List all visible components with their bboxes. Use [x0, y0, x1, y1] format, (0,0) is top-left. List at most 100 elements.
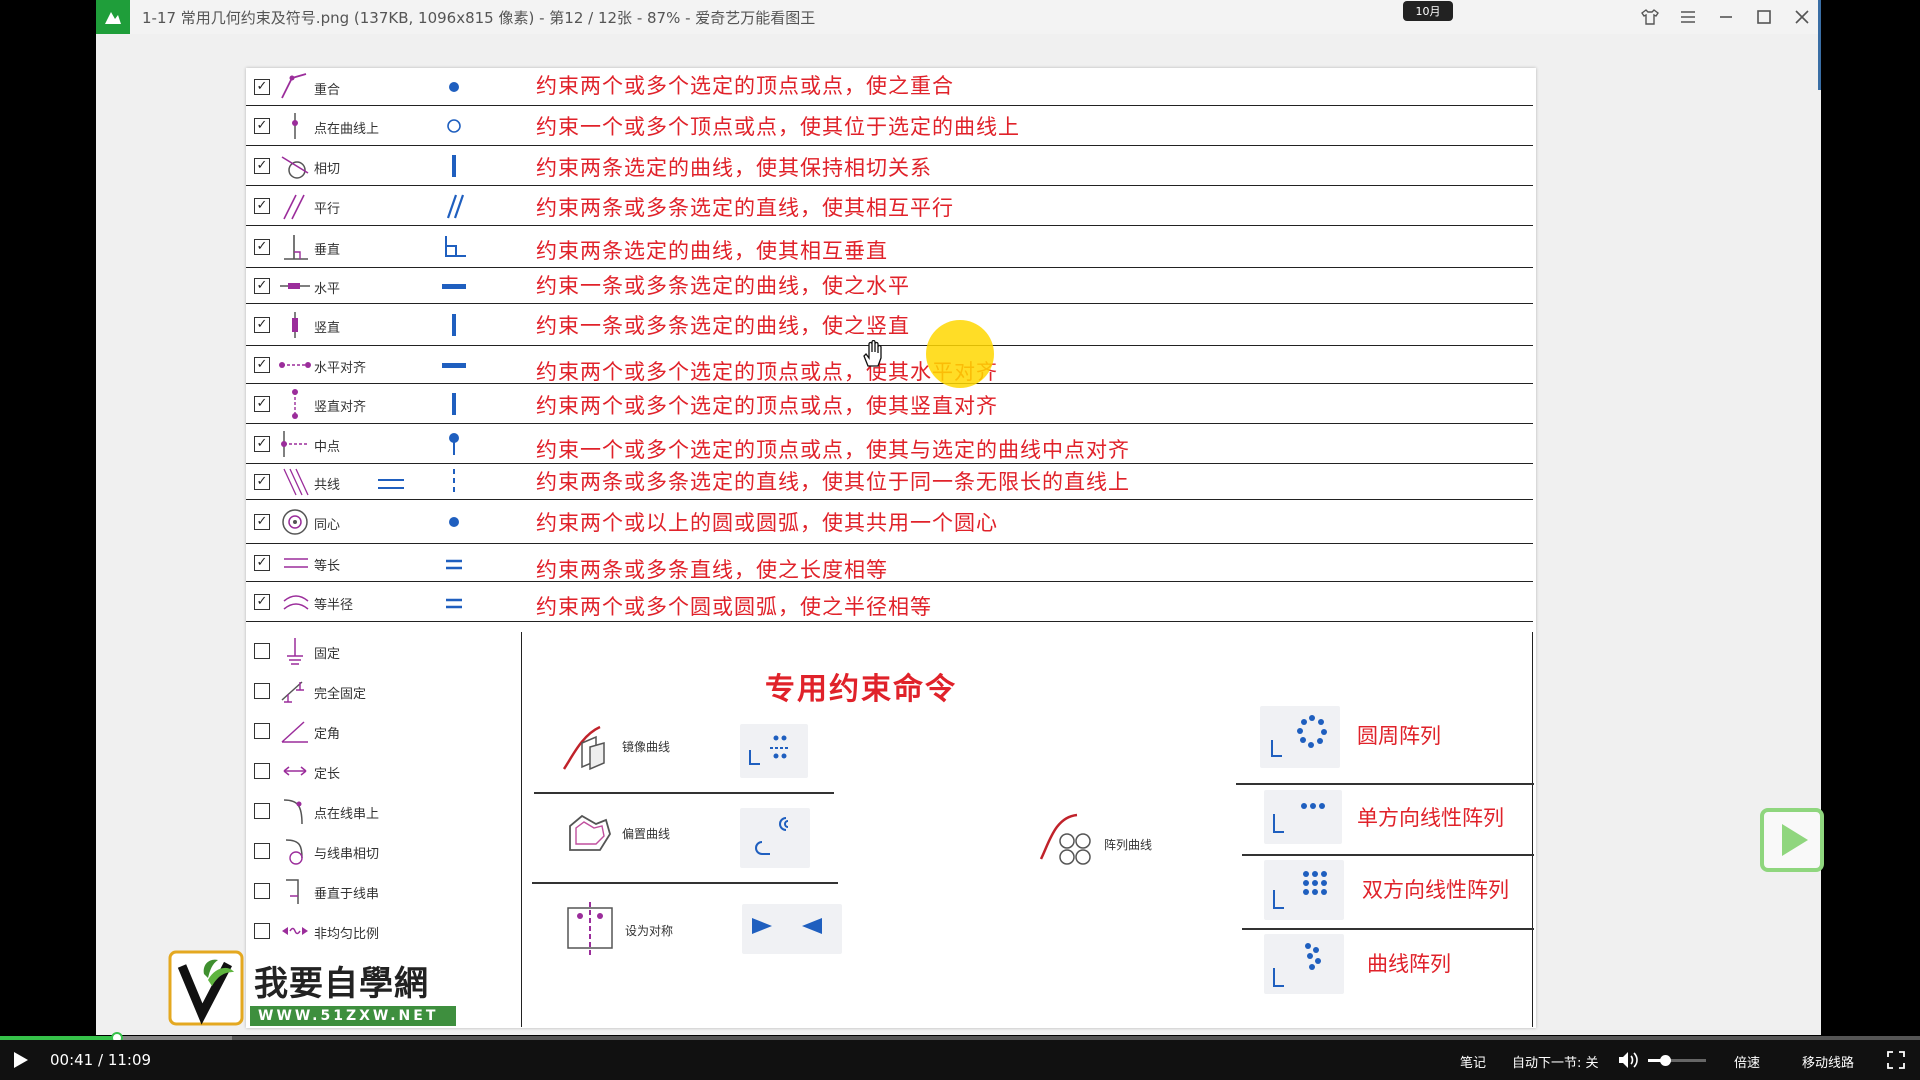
horizontal-icon — [278, 271, 312, 301]
skin-icon[interactable] — [1637, 4, 1663, 30]
notes-button[interactable]: 笔记 — [1460, 1052, 1486, 1071]
vertical-icon — [278, 310, 312, 340]
constraint-checkbox[interactable]: ✓ — [254, 278, 270, 294]
constraint-description: 约束两个或多个选定的顶点或点，使其竖直对齐 — [536, 390, 998, 420]
autoplay-toggle[interactable]: 自动下一节: 关 — [1512, 1052, 1599, 1071]
constraint-checkbox[interactable] — [254, 643, 270, 659]
constraint-row: ✓重合约束两个或多个选定的顶点或点，使之重合 — [246, 68, 1533, 106]
volume-handle[interactable] — [1660, 1055, 1671, 1066]
mirror-symbol-tile — [740, 724, 808, 778]
cursor-highlight — [926, 320, 994, 388]
make-symmetric-icon — [562, 900, 622, 958]
constraint-label: 共线 — [314, 474, 340, 493]
extra-constraint-item: 定角 — [246, 714, 516, 748]
constraint-checkbox[interactable]: ✓ — [254, 317, 270, 333]
divider — [534, 792, 834, 794]
linear-array-tile — [1264, 790, 1342, 844]
constraint-label: 点在曲线上 — [314, 118, 379, 137]
perpendicular-to-string-icon — [278, 876, 312, 906]
constraint-label: 等半径 — [314, 594, 353, 613]
extra-constraint-item: 完全固定 — [246, 674, 516, 708]
constraint-checkbox[interactable]: ✓ — [254, 396, 270, 412]
constraint-label: 等长 — [314, 555, 340, 574]
constraint-checkbox[interactable]: ✓ — [254, 79, 270, 95]
non-uniform-scale-icon — [278, 916, 312, 946]
constraint-checkbox[interactable] — [254, 763, 270, 779]
play-icon[interactable] — [10, 1050, 30, 1070]
circular-array-label: 圆周阵列 — [1357, 720, 1441, 750]
constraint-checkbox[interactable] — [254, 923, 270, 939]
title-bar: 1-17 常用几何约束及符号.png (137KB, 1096x815 像素) … — [96, 0, 1821, 34]
constraint-checkbox[interactable] — [254, 723, 270, 739]
fixed-length-icon — [278, 756, 312, 786]
curve-array-label: 曲线阵列 — [1367, 948, 1451, 978]
mirror-curve-icon — [560, 717, 620, 775]
constraint-checkbox[interactable] — [254, 883, 270, 899]
constraint-checkbox[interactable] — [254, 843, 270, 859]
divider — [1236, 783, 1534, 785]
extra-constraint-item: 与线串相切 — [246, 834, 516, 868]
maximize-icon[interactable] — [1751, 4, 1777, 30]
constraint-checkbox[interactable]: ✓ — [254, 357, 270, 373]
player-controls: 00:41 / 11:09 笔记 自动下一节: 关 倍速 移动线路 — [0, 1040, 1920, 1080]
extra-constraint-item: 非均匀比例 — [246, 914, 516, 948]
offset-curve-label: 偏置曲线 — [622, 825, 670, 842]
route-button[interactable]: 移动线路 — [1802, 1052, 1854, 1071]
constraint-label: 定长 — [314, 763, 340, 782]
hbar-symbol-icon — [436, 350, 472, 380]
extra-constraint-item: 垂直于线串 — [246, 874, 516, 908]
fullscreen-icon[interactable] — [1886, 1050, 1906, 1074]
scrollbar[interactable] — [1818, 0, 1821, 90]
collinear-icon — [278, 467, 312, 497]
constraint-label: 水平 — [314, 278, 340, 297]
constraint-label: 同心 — [314, 514, 340, 533]
constraint-description: 约束两条或多条选定的直线，使其相互平行 — [536, 192, 954, 222]
vertical-align-icon — [278, 389, 312, 419]
constraint-description: 约束一条或多条选定的曲线，使之水平 — [536, 270, 910, 300]
constraint-description: 约束一个或多个选定的顶点或点，使其与选定的曲线中点对齐 — [536, 434, 1130, 464]
constraint-checkbox[interactable]: ✓ — [254, 474, 270, 490]
constraint-row: ✓ 中点 约束一个或多个选定的顶点或点，使其与选定的曲线中点对齐 — [246, 424, 1533, 464]
time-display: 00:41 / 11:09 — [50, 1051, 151, 1069]
constraint-checkbox[interactable]: ✓ — [254, 555, 270, 571]
constraint-checkbox[interactable]: ✓ — [254, 158, 270, 174]
volume-icon[interactable] — [1617, 1050, 1639, 1074]
hbar-symbol-icon — [436, 271, 472, 301]
special-title: 专用约束命令 — [765, 664, 957, 708]
vbar-symbol-icon — [436, 151, 472, 181]
constraint-checkbox[interactable]: ✓ — [254, 436, 270, 452]
vbar-symbol-icon — [436, 310, 472, 340]
close-icon[interactable] — [1789, 4, 1815, 30]
symmetric-symbol-tile — [742, 904, 842, 954]
eq-symbol-icon — [436, 548, 472, 578]
offset-symbol-tile — [740, 808, 810, 868]
curve-array-tile — [1264, 934, 1344, 994]
dot-symbol-icon — [436, 507, 472, 537]
divider — [532, 882, 838, 884]
constraint-label: 垂直于线串 — [314, 883, 379, 902]
constraint-description: 约束两条选定的曲线，使其保持相切关系 — [536, 152, 932, 182]
constraint-checkbox[interactable] — [254, 683, 270, 699]
constraint-checkbox[interactable]: ✓ — [254, 514, 270, 530]
constraint-checkbox[interactable]: ✓ — [254, 594, 270, 610]
constraint-label: 相切 — [314, 158, 340, 177]
dashv-symbol-icon — [436, 467, 472, 497]
fixed-angle-icon — [278, 716, 312, 746]
volume-slider[interactable] — [1648, 1059, 1706, 1062]
constraint-label: 中点 — [314, 436, 340, 455]
constraint-checkbox[interactable]: ✓ — [254, 118, 270, 134]
next-image-button[interactable] — [1760, 808, 1824, 872]
constraint-checkbox[interactable]: ✓ — [254, 198, 270, 214]
speed-button[interactable]: 倍速 — [1734, 1052, 1760, 1071]
menu-icon[interactable] — [1675, 4, 1701, 30]
document-image: ✓重合约束两个或多个选定的顶点或点，使之重合✓点在曲线上约束一个或多个顶点或点，… — [246, 68, 1536, 1028]
constraint-checkbox[interactable]: ✓ — [254, 239, 270, 255]
constraint-row: ✓水平对齐约束两个或多个选定的顶点或点，使其水平对齐 — [246, 346, 1533, 384]
constraint-row: ✓竖直对齐约束两个或多个选定的顶点或点，使其竖直对齐 — [246, 384, 1533, 424]
constraint-label: 固定 — [314, 643, 340, 662]
fully-fixed-icon — [278, 676, 312, 706]
constraint-checkbox[interactable] — [254, 803, 270, 819]
minimize-icon[interactable] — [1713, 4, 1739, 30]
constraint-row: ✓同心约束两个或以上的圆或圆弧，使其共用一个圆心 — [246, 500, 1533, 544]
screen: 1-17 常用几何约束及符号.png (137KB, 1096x815 像素) … — [0, 0, 1920, 1080]
